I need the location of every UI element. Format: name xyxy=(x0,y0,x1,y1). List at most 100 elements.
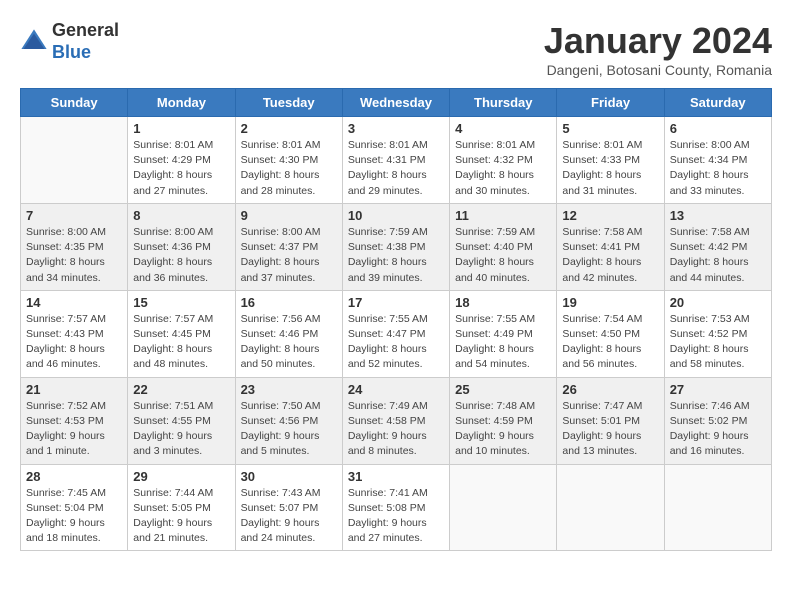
day-number: 16 xyxy=(241,295,337,310)
weekday-header-wednesday: Wednesday xyxy=(342,89,449,117)
day-info: Sunrise: 7:57 AM Sunset: 4:45 PM Dayligh… xyxy=(133,312,229,373)
day-info: Sunrise: 7:56 AM Sunset: 4:46 PM Dayligh… xyxy=(241,312,337,373)
day-number: 14 xyxy=(26,295,122,310)
day-info: Sunrise: 8:01 AM Sunset: 4:32 PM Dayligh… xyxy=(455,138,551,199)
day-info: Sunrise: 7:47 AM Sunset: 5:01 PM Dayligh… xyxy=(562,399,658,460)
day-info: Sunrise: 8:00 AM Sunset: 4:37 PM Dayligh… xyxy=(241,225,337,286)
calendar-cell: 20Sunrise: 7:53 AM Sunset: 4:52 PM Dayli… xyxy=(664,290,771,377)
day-info: Sunrise: 8:01 AM Sunset: 4:31 PM Dayligh… xyxy=(348,138,444,199)
day-number: 10 xyxy=(348,208,444,223)
calendar-cell: 6Sunrise: 8:00 AM Sunset: 4:34 PM Daylig… xyxy=(664,117,771,204)
weekday-header-sunday: Sunday xyxy=(21,89,128,117)
calendar-week-3: 14Sunrise: 7:57 AM Sunset: 4:43 PM Dayli… xyxy=(21,290,772,377)
day-info: Sunrise: 7:45 AM Sunset: 5:04 PM Dayligh… xyxy=(26,486,122,547)
day-info: Sunrise: 7:50 AM Sunset: 4:56 PM Dayligh… xyxy=(241,399,337,460)
calendar-cell: 28 Sunrise: 7:45 AM Sunset: 5:04 PM Dayli… xyxy=(21,464,128,551)
day-info: Sunrise: 8:01 AM Sunset: 4:29 PM Dayligh… xyxy=(133,138,229,199)
calendar-cell: 23 Sunrise: 7:50 AM Sunset: 4:56 PM Dayli… xyxy=(235,377,342,464)
day-number: 25 xyxy=(455,382,551,397)
day-info: Sunrise: 7:41 AM Sunset: 5:08 PM Dayligh… xyxy=(348,486,444,547)
day-number: 26 xyxy=(562,382,658,397)
day-number: 13 xyxy=(670,208,766,223)
day-number: 27 xyxy=(670,382,766,397)
day-info: Sunrise: 7:51 AM Sunset: 4:55 PM Dayligh… xyxy=(133,399,229,460)
day-info: Sunrise: 7:55 AM Sunset: 4:47 PM Dayligh… xyxy=(348,312,444,373)
day-number: 17 xyxy=(348,295,444,310)
calendar-week-4: 21 Sunrise: 7:52 AM Sunset: 4:53 PM Dayli… xyxy=(21,377,772,464)
calendar-cell xyxy=(450,464,557,551)
calendar-cell: 18 Sunrise: 7:55 AM Sunset: 4:49 PM Dayli… xyxy=(450,290,557,377)
day-number: 12 xyxy=(562,208,658,223)
day-info: Sunrise: 8:01 AM Sunset: 4:33 PM Dayligh… xyxy=(562,138,658,199)
day-number: 4 xyxy=(455,121,551,136)
day-info: Sunrise: 7:49 AM Sunset: 4:58 PM Dayligh… xyxy=(348,399,444,460)
day-number: 29 xyxy=(133,469,229,484)
day-info: Sunrise: 7:44 AM Sunset: 5:05 PM Dayligh… xyxy=(133,486,229,547)
calendar-cell xyxy=(557,464,664,551)
day-info: Sunrise: 7:52 AM Sunset: 4:53 PM Dayligh… xyxy=(26,399,122,460)
title-section: January 2024 Dangeni, Botosani County, R… xyxy=(544,20,772,78)
calendar-cell: 9Sunrise: 8:00 AM Sunset: 4:37 PM Daylig… xyxy=(235,203,342,290)
day-info: Sunrise: 7:55 AM Sunset: 4:49 PM Dayligh… xyxy=(455,312,551,373)
calendar-cell: 12Sunrise: 7:58 AM Sunset: 4:41 PM Dayli… xyxy=(557,203,664,290)
calendar-cell: 31Sunrise: 7:41 AM Sunset: 5:08 PM Dayli… xyxy=(342,464,449,551)
calendar-cell: 3 Sunrise: 8:01 AM Sunset: 4:31 PM Daylig… xyxy=(342,117,449,204)
calendar-cell: 13Sunrise: 7:58 AM Sunset: 4:42 PM Dayli… xyxy=(664,203,771,290)
logo-text: General Blue xyxy=(52,20,119,63)
calendar-cell: 7 Sunrise: 8:00 AM Sunset: 4:35 PM Daylig… xyxy=(21,203,128,290)
calendar-cell: 24 Sunrise: 7:49 AM Sunset: 4:58 PM Dayli… xyxy=(342,377,449,464)
day-info: Sunrise: 7:54 AM Sunset: 4:50 PM Dayligh… xyxy=(562,312,658,373)
day-info: Sunrise: 7:46 AM Sunset: 5:02 PM Dayligh… xyxy=(670,399,766,460)
calendar-week-1: 1 Sunrise: 8:01 AM Sunset: 4:29 PM Daylig… xyxy=(21,117,772,204)
calendar-cell xyxy=(664,464,771,551)
calendar-week-5: 28 Sunrise: 7:45 AM Sunset: 5:04 PM Dayli… xyxy=(21,464,772,551)
calendar-cell: 27 Sunrise: 7:46 AM Sunset: 5:02 PM Dayli… xyxy=(664,377,771,464)
day-number: 2 xyxy=(241,121,337,136)
day-number: 22 xyxy=(133,382,229,397)
logo-icon xyxy=(20,28,48,56)
weekday-header-monday: Monday xyxy=(128,89,235,117)
calendar-cell: 29 Sunrise: 7:44 AM Sunset: 5:05 PM Dayli… xyxy=(128,464,235,551)
calendar-cell: 17 Sunrise: 7:55 AM Sunset: 4:47 PM Dayli… xyxy=(342,290,449,377)
logo-general: General xyxy=(52,20,119,42)
day-number: 1 xyxy=(133,121,229,136)
day-info: Sunrise: 8:01 AM Sunset: 4:30 PM Dayligh… xyxy=(241,138,337,199)
day-number: 11 xyxy=(455,208,551,223)
calendar-cell: 2 Sunrise: 8:01 AM Sunset: 4:30 PM Daylig… xyxy=(235,117,342,204)
month-title: January 2024 xyxy=(544,20,772,62)
day-number: 19 xyxy=(562,295,658,310)
calendar-cell: 5Sunrise: 8:01 AM Sunset: 4:33 PM Daylig… xyxy=(557,117,664,204)
calendar: SundayMondayTuesdayWednesdayThursdayFrid… xyxy=(20,88,772,551)
logo: General Blue xyxy=(20,20,119,63)
day-number: 28 xyxy=(26,469,122,484)
calendar-cell: 15Sunrise: 7:57 AM Sunset: 4:45 PM Dayli… xyxy=(128,290,235,377)
calendar-cell xyxy=(21,117,128,204)
day-info: Sunrise: 7:48 AM Sunset: 4:59 PM Dayligh… xyxy=(455,399,551,460)
day-info: Sunrise: 7:43 AM Sunset: 5:07 PM Dayligh… xyxy=(241,486,337,547)
logo-blue: Blue xyxy=(52,42,119,64)
calendar-header: SundayMondayTuesdayWednesdayThursdayFrid… xyxy=(21,89,772,117)
day-number: 18 xyxy=(455,295,551,310)
calendar-body: 1 Sunrise: 8:01 AM Sunset: 4:29 PM Daylig… xyxy=(21,117,772,551)
calendar-cell: 8Sunrise: 8:00 AM Sunset: 4:36 PM Daylig… xyxy=(128,203,235,290)
calendar-cell: 1 Sunrise: 8:01 AM Sunset: 4:29 PM Daylig… xyxy=(128,117,235,204)
day-info: Sunrise: 8:00 AM Sunset: 4:34 PM Dayligh… xyxy=(670,138,766,199)
day-number: 23 xyxy=(241,382,337,397)
calendar-week-2: 7 Sunrise: 8:00 AM Sunset: 4:35 PM Daylig… xyxy=(21,203,772,290)
day-number: 30 xyxy=(241,469,337,484)
weekday-header-saturday: Saturday xyxy=(664,89,771,117)
day-number: 24 xyxy=(348,382,444,397)
day-number: 21 xyxy=(26,382,122,397)
day-info: Sunrise: 8:00 AM Sunset: 4:35 PM Dayligh… xyxy=(26,225,122,286)
weekday-header-friday: Friday xyxy=(557,89,664,117)
day-number: 3 xyxy=(348,121,444,136)
calendar-cell: 30 Sunrise: 7:43 AM Sunset: 5:07 PM Dayli… xyxy=(235,464,342,551)
weekday-header-row: SundayMondayTuesdayWednesdayThursdayFrid… xyxy=(21,89,772,117)
day-number: 7 xyxy=(26,208,122,223)
location: Dangeni, Botosani County, Romania xyxy=(544,62,772,78)
page-header: General Blue January 2024 Dangeni, Botos… xyxy=(20,20,772,78)
day-info: Sunrise: 7:53 AM Sunset: 4:52 PM Dayligh… xyxy=(670,312,766,373)
weekday-header-tuesday: Tuesday xyxy=(235,89,342,117)
day-number: 8 xyxy=(133,208,229,223)
calendar-cell: 10Sunrise: 7:59 AM Sunset: 4:38 PM Dayli… xyxy=(342,203,449,290)
